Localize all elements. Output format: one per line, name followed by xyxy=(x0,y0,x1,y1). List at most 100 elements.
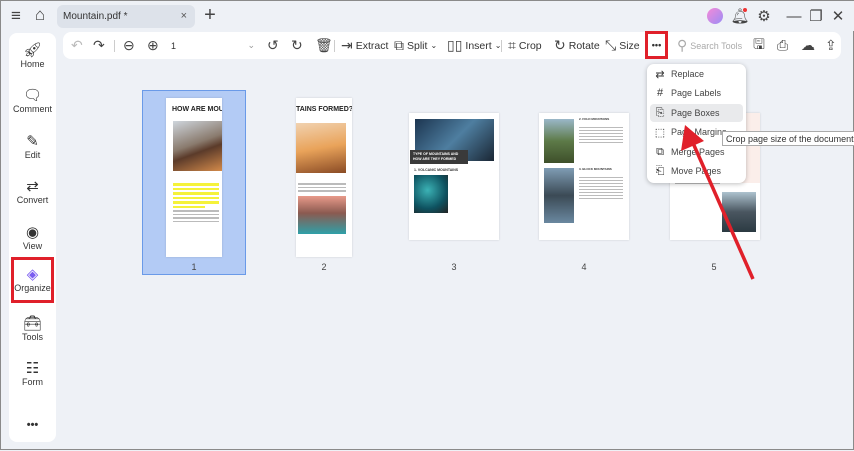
zoom-in-icon: ⊕ xyxy=(147,37,159,53)
insert-button[interactable]: ▯▯ Insert ⌄ xyxy=(447,32,501,59)
cloud-upload-icon: ☁ xyxy=(801,37,815,53)
extract-button[interactable]: ⇥ Extract xyxy=(341,32,388,59)
crop-label: Crop xyxy=(518,39,542,52)
close-tab-icon[interactable]: × xyxy=(181,10,187,22)
home-icon[interactable]: ⌂ xyxy=(31,5,49,24)
zoom-in-button[interactable]: ⊕ xyxy=(147,32,159,59)
search-icon: ⚲ xyxy=(677,37,688,53)
highlighted-text xyxy=(173,183,219,222)
sidebar-item-label: Convert xyxy=(16,195,49,205)
page-thumbnail-3[interactable]: TYPE OF MOUNTAINS AND HOW ARE THEY FORME… xyxy=(409,113,499,240)
page-number: 5 xyxy=(711,262,717,272)
restore-icon[interactable]: ❐ xyxy=(807,7,825,25)
page-image xyxy=(414,175,448,213)
new-tab-icon[interactable]: + xyxy=(201,4,219,26)
trash-icon: 🗑︎ xyxy=(315,37,333,53)
size-label: Size xyxy=(619,39,640,52)
page-title: TAINS FORMED? xyxy=(296,106,352,113)
rocket-icon: 🚀︎ xyxy=(22,42,43,59)
page-boxes-icon: ⎘ xyxy=(655,106,665,119)
redo-icon: ↷ xyxy=(93,37,105,53)
undo-icon: ↶ xyxy=(71,37,83,53)
sidebar-item-comment[interactable]: 🗨 Comment xyxy=(9,86,56,114)
menu-item-page-boxes[interactable]: ⎘ Page Boxes xyxy=(650,104,743,122)
page-image xyxy=(296,123,346,173)
convert-icon: ⇄ xyxy=(26,178,39,195)
rotate-left-button[interactable]: ↺ xyxy=(267,32,279,59)
page-thumbnail-2[interactable]: TAINS FORMED? xyxy=(296,98,352,257)
upload-cloud-button[interactable]: ☁ xyxy=(801,32,815,59)
menu-item-move-pages[interactable]: ⎗ Move Pages xyxy=(650,162,743,180)
page-number-select[interactable]: 1 ⌄ xyxy=(167,32,259,59)
chevron-down-icon: ⌄ xyxy=(247,40,255,50)
rotate-label: Rotate xyxy=(568,39,600,52)
rotate-right-button[interactable]: ↻ xyxy=(291,32,303,59)
avatar[interactable] xyxy=(707,8,723,24)
sidebar-item-organize[interactable]: ◈ Organize xyxy=(11,257,54,303)
sidebar-item-convert[interactable]: ⇄ Convert xyxy=(9,177,56,205)
redo-button[interactable]: ↷ xyxy=(93,32,105,59)
sidebar-item-tools[interactable]: 🧰︎ Tools xyxy=(9,314,56,342)
sidebar-item-form[interactable]: ☷ Form xyxy=(9,359,56,387)
sidebar-item-label: Tools xyxy=(21,332,43,342)
extract-icon: ⇥ xyxy=(341,37,353,53)
rotate-right-icon: ↻ xyxy=(291,37,303,53)
menu-item-label: Page Margins xyxy=(671,127,727,137)
sidebar-item-home[interactable]: 🚀︎ Home xyxy=(9,41,56,69)
tab-label: Mountain.pdf * xyxy=(63,11,128,22)
replace-icon: ⇄ xyxy=(655,68,665,81)
save-button[interactable]: 🖫 xyxy=(753,32,765,59)
extract-label: Extract xyxy=(355,39,389,52)
menu-item-page-labels[interactable]: # Page Labels xyxy=(650,84,743,102)
page-value: 1 xyxy=(171,40,177,51)
page-number: 2 xyxy=(321,262,327,272)
size-button[interactable]: ⤡ Size xyxy=(605,32,640,59)
close-window-icon[interactable]: ✕ xyxy=(829,7,847,25)
menu-item-label: Page Boxes xyxy=(671,108,720,118)
page-image xyxy=(722,192,756,232)
page-labels-icon: # xyxy=(656,87,664,99)
bell-icon[interactable]: 🔔︎ xyxy=(730,7,750,25)
split-icon: ⧉ xyxy=(394,37,404,53)
split-label: Split xyxy=(407,39,428,52)
insert-icon: ▯▯ xyxy=(447,37,463,53)
share-button[interactable]: ⇪ xyxy=(825,32,837,59)
page-subtitle: 1. VOLCANIC MOUNTAINS xyxy=(414,168,459,172)
more-options-button[interactable]: ••• xyxy=(9,419,56,431)
search-tools-input[interactable]: ⚲ Search Tools xyxy=(677,32,742,59)
menu-item-replace[interactable]: ⇄ Replace xyxy=(650,65,743,83)
delete-button[interactable]: 🗑︎ xyxy=(315,32,333,59)
page-number: 1 xyxy=(191,262,197,272)
page-image xyxy=(298,195,346,234)
save-icon: 🖫 xyxy=(753,35,765,52)
crop-button[interactable]: ⌗ Crop xyxy=(508,32,542,59)
print-button[interactable]: ⎙ xyxy=(777,32,788,59)
gear-icon[interactable]: ⚙ xyxy=(755,7,773,25)
menu-item-label: Move Pages xyxy=(671,166,722,176)
page-thumbnail-4[interactable]: 2. FOLD MOUNTAINS 3. BLOCK MOUNTAINS xyxy=(539,113,629,240)
page-number: 3 xyxy=(451,262,457,272)
minimize-icon[interactable]: — xyxy=(785,7,803,25)
page-subtitle: 3. BLOCK MOUNTAINS xyxy=(579,167,612,171)
zoom-out-button[interactable]: ⊖ xyxy=(123,32,135,59)
menu-item-label: Page Labels xyxy=(671,88,722,98)
more-tools-button[interactable]: ••• xyxy=(645,31,668,59)
insert-label: Insert xyxy=(465,39,492,52)
page-thumbnail-1[interactable]: HOW ARE MOUNT xyxy=(166,98,222,257)
tooltip: Crop page size of the document xyxy=(722,131,854,146)
sidebar-item-edit[interactable]: ✎ Edit xyxy=(9,132,56,160)
page-title: HOW ARE MOUNT xyxy=(172,106,222,113)
undo-button[interactable]: ↶ xyxy=(71,32,83,59)
crop-icon: ⌗ xyxy=(508,37,516,53)
split-button[interactable]: ⧉ Split ⌄ xyxy=(394,32,437,59)
menu-icon[interactable]: ≡ xyxy=(7,6,25,25)
page-number: 4 xyxy=(581,262,587,272)
rotate-button[interactable]: ↻ Rotate xyxy=(554,32,600,59)
page-title: TYPE OF MOUNTAINS AND HOW ARE THEY FORME… xyxy=(410,150,468,164)
page-image xyxy=(544,168,574,223)
tab-mountain-pdf[interactable]: Mountain.pdf * × xyxy=(57,5,195,28)
chevron-down-icon: ⌄ xyxy=(430,41,438,50)
sidebar-item-view[interactable]: ◉ View xyxy=(9,223,56,251)
edit-icon: ✎ xyxy=(26,133,39,150)
sidebar-item-label: View xyxy=(22,241,43,251)
